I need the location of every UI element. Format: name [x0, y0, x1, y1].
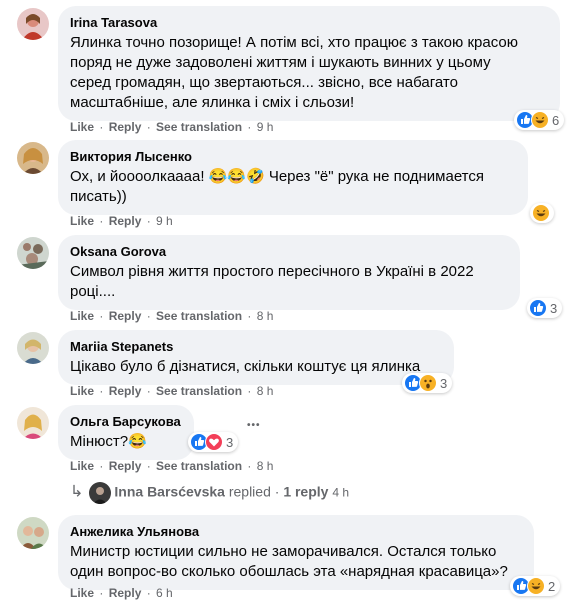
comment-actions: Like · Reply · See translation · 8 h [70, 459, 274, 473]
comment-text-line: масштабніше, але ялинка і сміх і сльози! [70, 94, 355, 111]
comment-bubble: Mariia Stepanets Цікаво було б дізнатися… [58, 330, 454, 385]
reaction-summary[interactable] [530, 203, 554, 223]
comment-timestamp[interactable]: 9 h [156, 214, 173, 228]
reply-link[interactable]: Reply [109, 309, 142, 323]
avatar [89, 482, 112, 504]
view-replies-link[interactable]: ↳ Inna Barsćevska replied · 1 reply 4 h [70, 482, 349, 504]
wow-icon [419, 374, 437, 392]
reply-arrow-icon: ↳ [70, 483, 84, 501]
love-icon [205, 433, 223, 451]
avatar[interactable] [17, 8, 49, 40]
comment-text-line: один вопрос-во сколько обошлась эта «нар… [70, 563, 508, 580]
reaction-summary[interactable]: 3 [527, 298, 563, 318]
like-icon [529, 299, 547, 317]
comment-text-line: Ох, и йоооолкаааа! 😂😂🤣 Через "ё" рука не… [70, 168, 484, 185]
comment-actions: Like · Reply · 9 h [70, 214, 173, 228]
like-link[interactable]: Like [70, 214, 94, 228]
comment-bubble: Анжелика Ульянова Министр юстиции сильно… [58, 515, 534, 590]
reaction-count: 3 [440, 375, 448, 391]
comment-timestamp[interactable]: 9 h [257, 120, 274, 134]
comment-author[interactable]: Oksana Gorova [70, 243, 508, 260]
comment-bubble: Ольга Барсукова Мінюст?😂 [58, 405, 194, 460]
reaction-count: 3 [550, 300, 558, 316]
comment-text-line: Символ рівня життя простого пересічного … [70, 263, 474, 280]
comment-timestamp[interactable]: 6 h [156, 586, 173, 600]
reply-author: Inna Barsćevska [114, 483, 225, 500]
reaction-summary[interactable]: 2 [510, 576, 561, 596]
comment-actions: Like · Reply · 6 h [70, 586, 173, 600]
comment-bubble: Виктория Лысенко Ох, и йоооолкаааа! 😂😂🤣 … [58, 140, 528, 215]
see-translation-link[interactable]: See translation [156, 120, 242, 134]
reaction-summary[interactable]: 3 [188, 432, 239, 452]
reply-link[interactable]: Reply [109, 214, 142, 228]
avatar[interactable] [17, 517, 49, 549]
comment-actions: Like · Reply · See translation · 8 h [70, 309, 274, 323]
see-translation-link[interactable]: See translation [156, 309, 242, 323]
comment-actions: Like · Reply · See translation · 8 h [70, 384, 274, 398]
reply-link[interactable]: Reply [109, 384, 142, 398]
avatar[interactable] [17, 407, 49, 439]
comment-text-line: серед громадян, що звертаються... звісно… [70, 74, 458, 91]
like-link[interactable]: Like [70, 459, 94, 473]
comment-author[interactable]: Irina Tarasova [70, 14, 548, 31]
avatar[interactable] [17, 332, 49, 364]
reply-count: 1 reply [283, 483, 329, 500]
comment-timestamp[interactable]: 8 h [257, 384, 274, 398]
comment-actions: Like · Reply · See translation · 9 h [70, 120, 274, 134]
comment-author[interactable]: Виктория Лысенко [70, 148, 516, 165]
comment-text-line: Мінюст?😂 [70, 433, 147, 450]
like-link[interactable]: Like [70, 586, 94, 600]
reaction-summary[interactable]: 6 [514, 110, 565, 130]
like-link[interactable]: Like [70, 384, 94, 398]
like-link[interactable]: Like [70, 309, 94, 323]
comment-bubble: Oksana Gorova Символ рівня життя простог… [58, 235, 520, 310]
reaction-count: 2 [548, 578, 556, 594]
see-translation-link[interactable]: See translation [156, 459, 242, 473]
reply-link[interactable]: Reply [109, 120, 142, 134]
haha-icon [527, 577, 545, 595]
reply-label: replied [228, 483, 271, 500]
comment-text-line: році.... [70, 283, 116, 300]
comment-text-line: писать)) [70, 188, 127, 205]
reply-timestamp: 4 h [332, 485, 350, 500]
comment-timestamp[interactable]: 8 h [257, 309, 274, 323]
reaction-count: 3 [226, 434, 234, 450]
reaction-count: 6 [552, 112, 560, 128]
avatar[interactable] [17, 142, 49, 174]
comment-text-line: Министр юстиции сильно не заморачивался.… [70, 543, 497, 560]
haha-icon [532, 204, 550, 222]
comment-text-line: поряд не дуже задоволені життям і шукают… [70, 54, 491, 71]
comment-bubble: Irina Tarasova Ялинка точно позорище! А … [58, 6, 560, 121]
like-link[interactable]: Like [70, 120, 94, 134]
haha-icon [531, 111, 549, 129]
avatar[interactable] [17, 237, 49, 269]
more-options-icon[interactable]: ••• [247, 420, 261, 431]
comment-author[interactable]: Ольга Барсукова [70, 413, 182, 430]
comment-text-line: Цікаво було б дізнатися, скільки коштує … [70, 358, 421, 375]
comment-timestamp[interactable]: 8 h [257, 459, 274, 473]
comment-text-line: Ялинка точно позорище! А потім всі, хто … [70, 34, 518, 51]
reply-link[interactable]: Reply [109, 586, 142, 600]
comment-author[interactable]: Анжелика Ульянова [70, 523, 522, 540]
reply-link[interactable]: Reply [109, 459, 142, 473]
comment-author[interactable]: Mariia Stepanets [70, 338, 442, 355]
see-translation-link[interactable]: See translation [156, 384, 242, 398]
reaction-summary[interactable]: 3 [402, 373, 453, 393]
